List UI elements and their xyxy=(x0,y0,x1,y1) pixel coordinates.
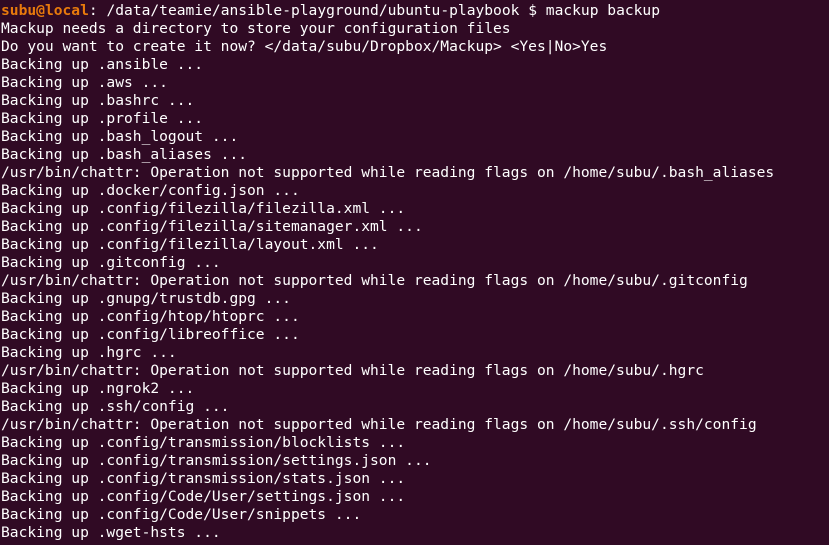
terminal-output: Mackup needs a directory to store your c… xyxy=(1,20,829,542)
output-line: Backing up .wget-hsts ... xyxy=(1,524,221,541)
output-line: Backing up .config/transmission/blocklis… xyxy=(1,434,406,451)
command-text: mackup backup xyxy=(545,2,661,19)
output-line: Backing up .docker/config.json ... xyxy=(1,182,300,199)
output-line: Backing up .config/transmission/settings… xyxy=(1,452,432,469)
prompt-symbol: $ xyxy=(519,2,546,19)
output-line: Backing up .aws ... xyxy=(1,74,168,91)
prompt-host: local xyxy=(44,2,89,19)
output-line: Backing up .gnupg/trustdb.gpg ... xyxy=(1,290,291,307)
output-line: /usr/bin/chattr: Operation not supported… xyxy=(1,272,748,289)
output-line: Backing up .profile ... xyxy=(1,110,204,127)
output-line: Backing up .ansible ... xyxy=(1,56,204,73)
prompt-separator: : xyxy=(88,2,107,19)
terminal-window[interactable]: subu@local: /data/teamie/ansible-playgro… xyxy=(0,0,829,545)
output-line: Backing up .config/filezilla/layout.xml … xyxy=(1,236,379,253)
output-line: Backing up .config/Code/User/snippets ..… xyxy=(1,506,362,523)
output-line: Backing up .ngrok2 ... xyxy=(1,380,195,397)
prompt-line: subu@local: /data/teamie/ansible-playgro… xyxy=(1,2,829,20)
output-line: Backing up .ssh/config ... xyxy=(1,398,230,415)
output-line: Backing up .bashrc ... xyxy=(1,92,195,109)
output-line: /usr/bin/chattr: Operation not supported… xyxy=(1,164,775,181)
prompt-path: /data/teamie/ansible-playground/ubuntu-p… xyxy=(106,2,520,19)
output-line: Backing up .hgrc ... xyxy=(1,344,177,361)
output-line: Backing up .config/filezilla/filezilla.x… xyxy=(1,200,406,217)
output-line: Backing up .config/libreoffice ... xyxy=(1,326,300,343)
output-line: Backing up .config/htop/htoprc ... xyxy=(1,308,300,325)
output-line: Backing up .config/filezilla/sitemanager… xyxy=(1,218,423,235)
output-line: Backing up .bash_logout ... xyxy=(1,128,239,145)
output-line: Backing up .bash_aliases ... xyxy=(1,146,248,163)
output-line: /usr/bin/chattr: Operation not supported… xyxy=(1,416,757,433)
output-line: Backing up .config/Code/User/settings.js… xyxy=(1,488,406,505)
output-line: /usr/bin/chattr: Operation not supported… xyxy=(1,362,704,379)
output-line: Backing up .gitconfig ... xyxy=(1,254,221,271)
output-line: Mackup needs a directory to store your c… xyxy=(1,20,511,37)
prompt-at-sign: @ xyxy=(36,2,45,19)
output-line: Do you want to create it now? </data/sub… xyxy=(1,38,608,55)
output-line: Backing up .config/transmission/stats.js… xyxy=(1,470,406,487)
prompt-user: subu xyxy=(1,2,37,19)
